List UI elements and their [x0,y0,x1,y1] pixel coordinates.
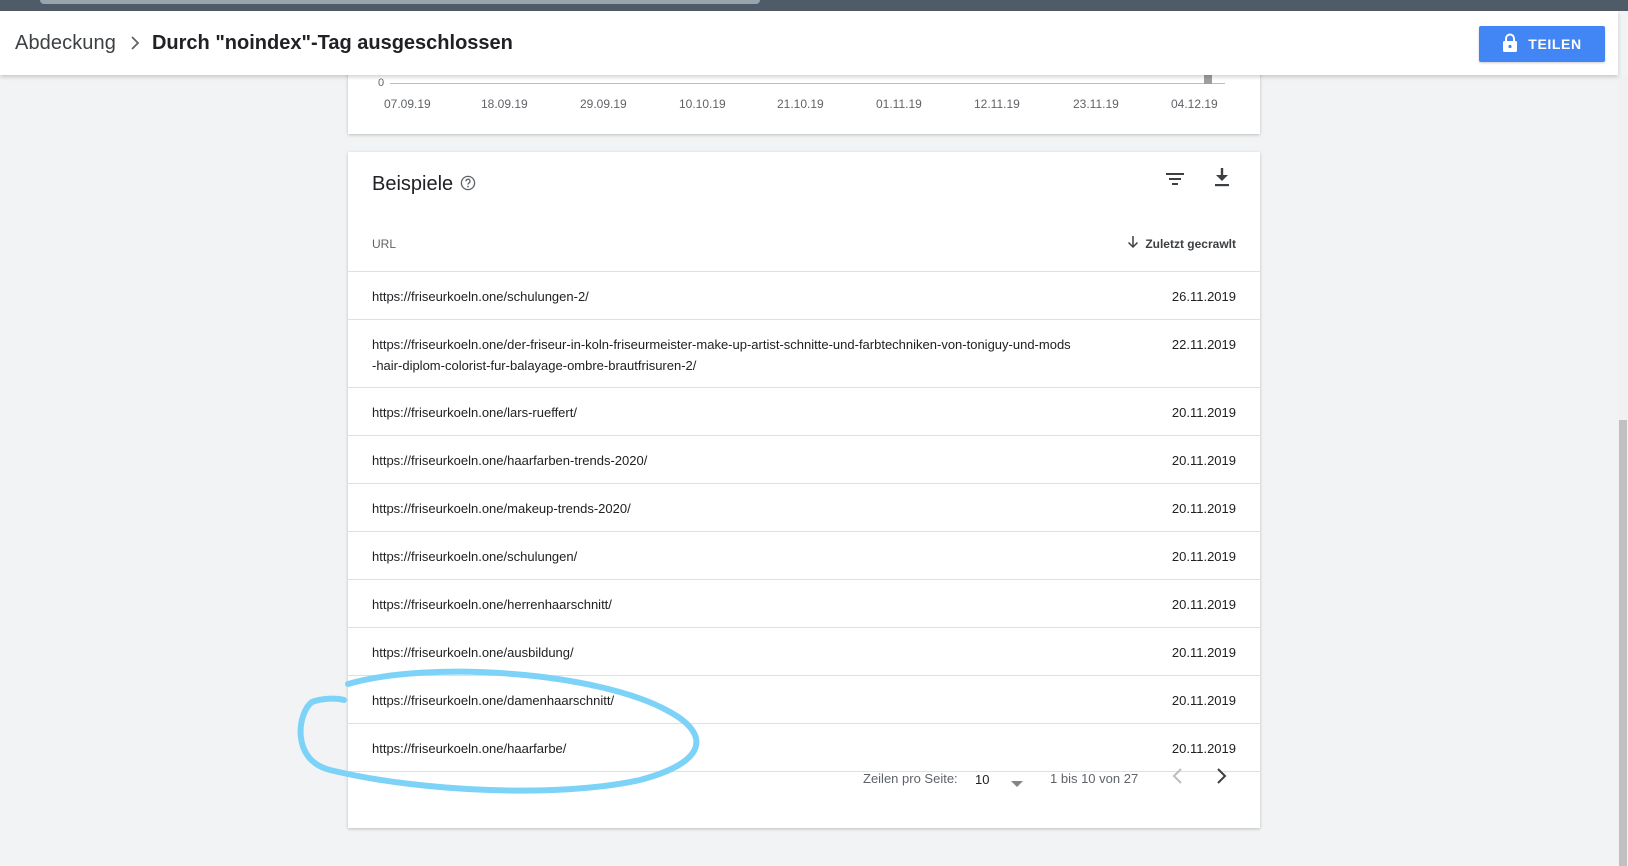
row-url[interactable]: https://friseurkoeln.one/schulungen-2/ [372,287,1072,308]
pagination: Zeilen pro Seite: 10 1 bis 10 von 27 [348,759,1260,799]
table-row[interactable]: https://friseurkoeln.one/schulungen/ 20.… [348,532,1260,580]
breadcrumb-parent[interactable]: Abdeckung [15,32,116,55]
row-date: 20.11.2019 [1171,453,1236,468]
column-header-url[interactable]: URL [372,237,396,251]
row-url[interactable]: https://friseurkoeln.one/haarfarbe/ [372,739,1072,760]
filter-icon[interactable] [1165,169,1185,194]
chart-tick-label: 12.11.19 [974,97,1020,111]
row-date: 26.11.2019 [1171,289,1236,304]
row-date: 20.11.2019 [1171,501,1236,516]
caret-down-icon [1011,776,1023,791]
row-url[interactable]: https://friseurkoeln.one/ausbildung/ [372,643,1072,664]
table-row[interactable]: https://friseurkoeln.one/herrenhaarschni… [348,580,1260,628]
row-url[interactable]: https://friseurkoeln.one/der-friseur-in-… [372,335,1072,376]
chart-tick-label: 04.12.19 [1171,97,1218,111]
download-icon[interactable] [1212,167,1232,194]
share-button-label: TEILEN [1528,36,1582,52]
chart-y-zero-label: 0 [378,77,385,89]
share-button[interactable]: TEILEN [1479,26,1605,62]
examples-table: https://friseurkoeln.one/schulungen-2/ 2… [348,271,1260,772]
rows-per-page-label: Zeilen pro Seite: [863,771,958,786]
arrow-down-icon [1127,235,1139,252]
column-header-last-crawled[interactable]: Zuletzt gecrawlt [1127,235,1236,252]
row-date: 22.11.2019 [1171,337,1236,352]
page-scrollbar[interactable] [1618,75,1628,866]
chart-tick-label: 01.11.19 [876,97,922,111]
pagination-range: 1 bis 10 von 27 [1050,771,1139,786]
top-app-bar: Abdeckung Durch "noindex"-Tag ausgeschlo… [0,11,1618,75]
row-date: 20.11.2019 [1171,645,1236,660]
rows-per-page-select[interactable]: 10 [975,767,1023,791]
row-url[interactable]: https://friseurkoeln.one/schulungen/ [372,547,1072,568]
row-date: 20.11.2019 [1171,549,1236,564]
table-row[interactable]: https://friseurkoeln.one/damenhaarschnit… [348,676,1260,724]
chart-x-axis [390,83,1225,84]
row-url[interactable]: https://friseurkoeln.one/makeup-trends-2… [372,499,1072,520]
examples-card: Beispiele URL Zuletzt gecrawlt https://f… [348,152,1260,828]
chart-marker [1204,75,1212,84]
row-date: 20.11.2019 [1171,597,1236,612]
table-row[interactable]: https://friseurkoeln.one/schulungen-2/ 2… [348,272,1260,320]
lock-icon [1502,33,1518,56]
row-url[interactable]: https://friseurkoeln.one/lars-rueffert/ [372,403,1072,424]
row-date: 20.11.2019 [1171,405,1236,420]
browser-address-bar[interactable] [40,0,760,4]
row-date: 20.11.2019 [1171,741,1236,756]
examples-title: Beispiele [372,173,454,195]
table-row[interactable]: https://friseurkoeln.one/haarfarben-tren… [348,436,1260,484]
chevron-right-icon[interactable] [1214,767,1228,790]
chevron-left-icon[interactable] [1171,767,1185,790]
row-url[interactable]: https://friseurkoeln.one/herrenhaarschni… [372,595,1072,616]
page-title: Durch "noindex"-Tag ausgeschlossen [151,31,513,54]
chart-tick-label: 10.10.19 [679,97,726,111]
chart-tick-label: 29.09.19 [580,97,627,111]
row-url[interactable]: https://friseurkoeln.one/haarfarben-tren… [372,451,1072,472]
table-row[interactable]: https://friseurkoeln.one/der-friseur-in-… [348,320,1260,388]
help-icon[interactable] [460,175,476,196]
chart-tick-label: 18.09.19 [481,97,528,111]
scrollbar-thumb[interactable] [1619,420,1627,866]
table-row[interactable]: https://friseurkoeln.one/makeup-trends-2… [348,484,1260,532]
chevron-right-icon [130,36,140,50]
row-url[interactable]: https://friseurkoeln.one/damenhaarschnit… [372,691,1072,712]
row-date: 20.11.2019 [1171,693,1236,708]
rows-per-page-value: 10 [975,771,990,787]
browser-chrome-strip [0,0,1628,11]
chart-card: 0 07.09.19 18.09.19 29.09.19 10.10.19 21… [348,66,1260,134]
column-header-last-crawled-label: Zuletzt gecrawlt [1145,236,1236,251]
table-row[interactable]: https://friseurkoeln.one/lars-rueffert/ … [348,388,1260,436]
chart-tick-label: 07.09.19 [384,97,431,111]
chart-tick-label: 23.11.19 [1073,97,1119,111]
chart-tick-label: 21.10.19 [777,97,824,111]
table-row[interactable]: https://friseurkoeln.one/ausbildung/ 20.… [348,628,1260,676]
